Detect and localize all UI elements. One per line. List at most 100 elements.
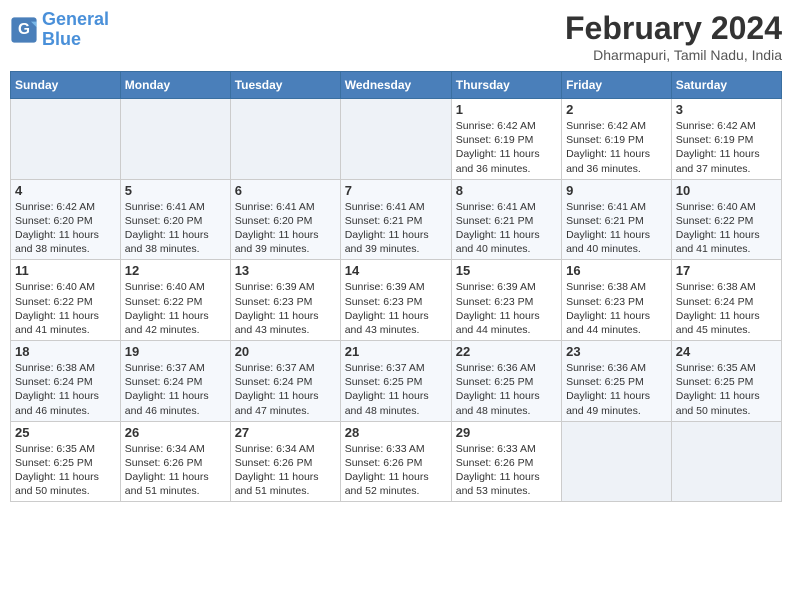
day-number: 23 <box>566 344 667 359</box>
day-info: Sunrise: 6:34 AM Sunset: 6:26 PM Dayligh… <box>235 442 336 499</box>
day-number: 21 <box>345 344 447 359</box>
day-number: 20 <box>235 344 336 359</box>
day-number: 6 <box>235 183 336 198</box>
calendar-cell: 4 Sunrise: 6:42 AM Sunset: 6:20 PM Daylig… <box>11 179 121 260</box>
day-info: Sunrise: 6:35 AM Sunset: 6:25 PM Dayligh… <box>15 442 116 499</box>
calendar-cell: 27 Sunrise: 6:34 AM Sunset: 6:26 PM Dayli… <box>230 421 340 502</box>
logo-line1: General <box>42 9 109 29</box>
calendar-body: 1Sunrise: 6:42 AM Sunset: 6:19 PM Daylig… <box>11 99 782 502</box>
day-info: Sunrise: 6:41 AM Sunset: 6:20 PM Dayligh… <box>125 200 226 257</box>
day-info: Sunrise: 6:39 AM Sunset: 6:23 PM Dayligh… <box>345 280 447 337</box>
day-info: Sunrise: 6:41 AM Sunset: 6:21 PM Dayligh… <box>456 200 557 257</box>
day-number: 28 <box>345 425 447 440</box>
day-number: 10 <box>676 183 777 198</box>
day-number: 16 <box>566 263 667 278</box>
day-info: Sunrise: 6:37 AM Sunset: 6:25 PM Dayligh… <box>345 361 447 418</box>
day-info: Sunrise: 6:38 AM Sunset: 6:24 PM Dayligh… <box>15 361 116 418</box>
calendar-cell: 11Sunrise: 6:40 AM Sunset: 6:22 PM Dayli… <box>11 260 121 341</box>
day-header: Monday <box>120 72 230 99</box>
calendar-cell: 28 Sunrise: 6:33 AM Sunset: 6:26 PM Dayli… <box>340 421 451 502</box>
day-number: 7 <box>345 183 447 198</box>
calendar-cell: 26 Sunrise: 6:34 AM Sunset: 6:26 PM Dayli… <box>120 421 230 502</box>
day-info: Sunrise: 6:40 AM Sunset: 6:22 PM Dayligh… <box>15 280 116 337</box>
calendar-cell: 19 Sunrise: 6:37 AM Sunset: 6:24 PM Dayli… <box>120 341 230 422</box>
title-area: February 2024 Dharmapuri, Tamil Nadu, In… <box>565 10 782 63</box>
calendar-cell: 15 Sunrise: 6:39 AM Sunset: 6:23 PM Dayli… <box>451 260 561 341</box>
day-header: Thursday <box>451 72 561 99</box>
day-info: Sunrise: 6:38 AM Sunset: 6:23 PM Dayligh… <box>566 280 667 337</box>
calendar-week-row: 4 Sunrise: 6:42 AM Sunset: 6:20 PM Daylig… <box>11 179 782 260</box>
day-number: 18 <box>15 344 116 359</box>
calendar-cell: 6 Sunrise: 6:41 AM Sunset: 6:20 PM Daylig… <box>230 179 340 260</box>
calendar-cell <box>562 421 672 502</box>
calendar-cell: 23 Sunrise: 6:36 AM Sunset: 6:25 PM Dayli… <box>562 341 672 422</box>
calendar-cell: 24Sunrise: 6:35 AM Sunset: 6:25 PM Dayli… <box>671 341 781 422</box>
calendar-cell <box>230 99 340 180</box>
day-info: Sunrise: 6:42 AM Sunset: 6:20 PM Dayligh… <box>15 200 116 257</box>
calendar-cell: 7 Sunrise: 6:41 AM Sunset: 6:21 PM Daylig… <box>340 179 451 260</box>
calendar-cell <box>671 421 781 502</box>
day-header: Saturday <box>671 72 781 99</box>
day-number: 14 <box>345 263 447 278</box>
day-info: Sunrise: 6:39 AM Sunset: 6:23 PM Dayligh… <box>235 280 336 337</box>
logo-line2: Blue <box>42 29 81 49</box>
day-info: Sunrise: 6:37 AM Sunset: 6:24 PM Dayligh… <box>125 361 226 418</box>
day-number: 13 <box>235 263 336 278</box>
calendar-cell: 8 Sunrise: 6:41 AM Sunset: 6:21 PM Daylig… <box>451 179 561 260</box>
day-info: Sunrise: 6:37 AM Sunset: 6:24 PM Dayligh… <box>235 361 336 418</box>
svg-text:G: G <box>18 21 30 38</box>
day-info: Sunrise: 6:38 AM Sunset: 6:24 PM Dayligh… <box>676 280 777 337</box>
calendar-table: SundayMondayTuesdayWednesdayThursdayFrid… <box>10 71 782 502</box>
day-number: 3 <box>676 102 777 117</box>
day-info: Sunrise: 6:34 AM Sunset: 6:26 PM Dayligh… <box>125 442 226 499</box>
day-header: Tuesday <box>230 72 340 99</box>
calendar-week-row: 25 Sunrise: 6:35 AM Sunset: 6:25 PM Dayli… <box>11 421 782 502</box>
day-info: Sunrise: 6:41 AM Sunset: 6:21 PM Dayligh… <box>566 200 667 257</box>
calendar-cell: 17 Sunrise: 6:38 AM Sunset: 6:24 PM Dayli… <box>671 260 781 341</box>
day-info: Sunrise: 6:39 AM Sunset: 6:23 PM Dayligh… <box>456 280 557 337</box>
calendar-cell: 22 Sunrise: 6:36 AM Sunset: 6:25 PM Dayli… <box>451 341 561 422</box>
calendar-cell: 10 Sunrise: 6:40 AM Sunset: 6:22 PM Dayli… <box>671 179 781 260</box>
page-subtitle: Dharmapuri, Tamil Nadu, India <box>565 47 782 63</box>
calendar-week-row: 18 Sunrise: 6:38 AM Sunset: 6:24 PM Dayli… <box>11 341 782 422</box>
day-header: Friday <box>562 72 672 99</box>
day-number: 17 <box>676 263 777 278</box>
calendar-cell: 9 Sunrise: 6:41 AM Sunset: 6:21 PM Daylig… <box>562 179 672 260</box>
logo: G General Blue <box>10 10 109 50</box>
day-number: 19 <box>125 344 226 359</box>
calendar-header-row: SundayMondayTuesdayWednesdayThursdayFrid… <box>11 72 782 99</box>
day-info: Sunrise: 6:42 AM Sunset: 6:19 PM Dayligh… <box>676 119 777 176</box>
day-number: 29 <box>456 425 557 440</box>
calendar-cell: 3 Sunrise: 6:42 AM Sunset: 6:19 PM Daylig… <box>671 99 781 180</box>
calendar-week-row: 11Sunrise: 6:40 AM Sunset: 6:22 PM Dayli… <box>11 260 782 341</box>
day-number: 8 <box>456 183 557 198</box>
calendar-cell: 25 Sunrise: 6:35 AM Sunset: 6:25 PM Dayli… <box>11 421 121 502</box>
calendar-cell <box>120 99 230 180</box>
day-info: Sunrise: 6:36 AM Sunset: 6:25 PM Dayligh… <box>566 361 667 418</box>
calendar-cell <box>340 99 451 180</box>
day-info: Sunrise: 6:41 AM Sunset: 6:20 PM Dayligh… <box>235 200 336 257</box>
day-number: 26 <box>125 425 226 440</box>
day-number: 25 <box>15 425 116 440</box>
calendar-cell: 12Sunrise: 6:40 AM Sunset: 6:22 PM Dayli… <box>120 260 230 341</box>
calendar-cell <box>11 99 121 180</box>
day-number: 9 <box>566 183 667 198</box>
calendar-cell: 5 Sunrise: 6:41 AM Sunset: 6:20 PM Daylig… <box>120 179 230 260</box>
day-info: Sunrise: 6:36 AM Sunset: 6:25 PM Dayligh… <box>456 361 557 418</box>
day-number: 22 <box>456 344 557 359</box>
day-info: Sunrise: 6:35 AM Sunset: 6:25 PM Dayligh… <box>676 361 777 418</box>
day-header: Sunday <box>11 72 121 99</box>
calendar-cell: 20 Sunrise: 6:37 AM Sunset: 6:24 PM Dayli… <box>230 341 340 422</box>
calendar-cell: 14 Sunrise: 6:39 AM Sunset: 6:23 PM Dayli… <box>340 260 451 341</box>
day-info: Sunrise: 6:33 AM Sunset: 6:26 PM Dayligh… <box>345 442 447 499</box>
calendar-cell: 2Sunrise: 6:42 AM Sunset: 6:19 PM Daylig… <box>562 99 672 180</box>
day-number: 15 <box>456 263 557 278</box>
day-info: Sunrise: 6:40 AM Sunset: 6:22 PM Dayligh… <box>676 200 777 257</box>
day-info: Sunrise: 6:33 AM Sunset: 6:26 PM Dayligh… <box>456 442 557 499</box>
page-title: February 2024 <box>565 10 782 47</box>
day-number: 5 <box>125 183 226 198</box>
day-info: Sunrise: 6:41 AM Sunset: 6:21 PM Dayligh… <box>345 200 447 257</box>
day-number: 4 <box>15 183 116 198</box>
calendar-cell: 21 Sunrise: 6:37 AM Sunset: 6:25 PM Dayli… <box>340 341 451 422</box>
day-number: 27 <box>235 425 336 440</box>
